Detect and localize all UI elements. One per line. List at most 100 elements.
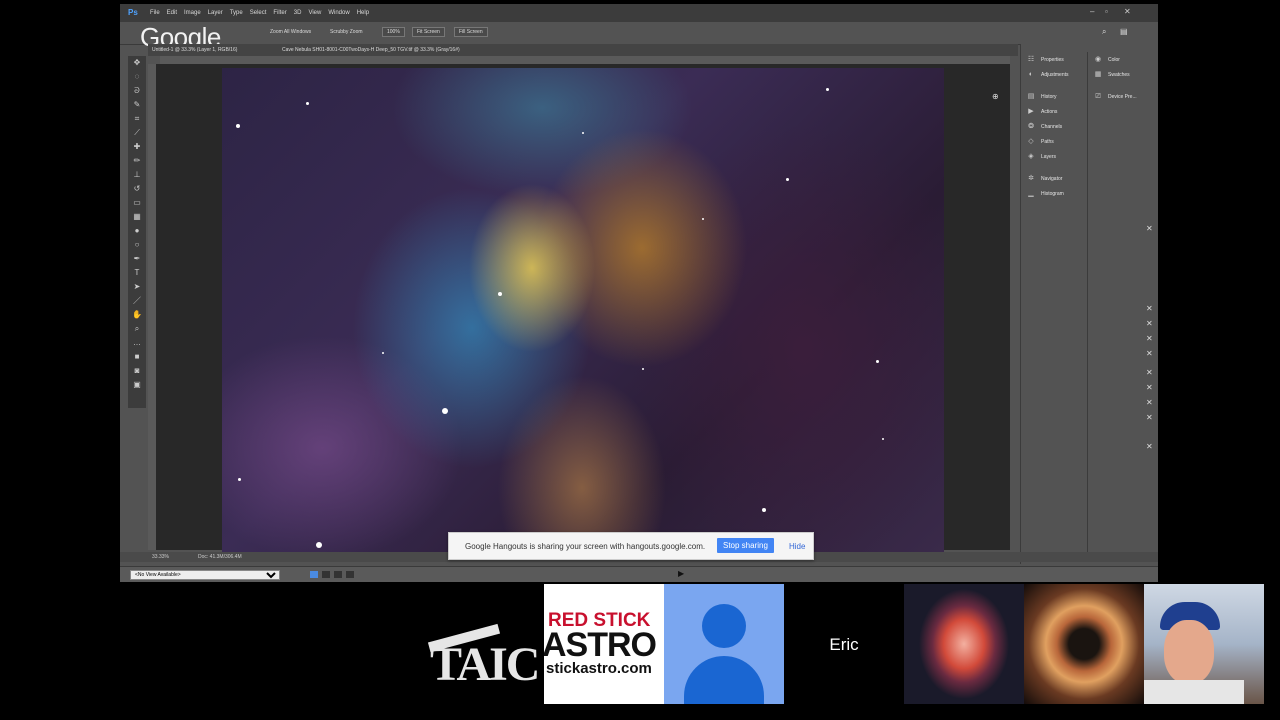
color-swatches-icon[interactable]: ■ — [132, 353, 142, 361]
search-icon[interactable]: ⌕ — [1102, 27, 1106, 37]
fill-screen-button[interactable]: Fill Screen — [454, 27, 488, 37]
close-icon[interactable]: ✕ — [1146, 442, 1153, 451]
move-tool-icon[interactable]: ✥ — [132, 59, 142, 67]
zoom-all-windows-checkbox[interactable]: Zoom All Windows — [270, 29, 311, 35]
close-icon[interactable]: ✕ — [1146, 383, 1153, 392]
healing-brush-tool-icon[interactable]: ✚ — [132, 143, 142, 151]
menu-help[interactable]: Help — [357, 10, 369, 16]
gradient-tool-icon[interactable]: ▦ — [132, 213, 142, 221]
lasso-tool-icon[interactable]: ᘐ — [132, 87, 142, 95]
participant-video-tile[interactable] — [1144, 584, 1264, 704]
crop-tool-icon[interactable]: ⌗ — [132, 115, 142, 123]
clone-stamp-tool-icon[interactable]: ⊥ — [132, 171, 142, 179]
close-icon[interactable]: ✕ — [1146, 304, 1153, 313]
panel-paths[interactable]: ◇ Paths — [1027, 134, 1085, 149]
crab-nebula-tile[interactable] — [904, 584, 1024, 704]
close-icon[interactable]: ✕ — [1146, 319, 1153, 328]
hide-link[interactable]: Hide — [789, 542, 805, 551]
eraser-tool-icon[interactable]: ▭ — [132, 199, 142, 207]
type-tool-icon[interactable]: T — [132, 269, 142, 277]
taic-logo[interactable]: TAIC — [424, 617, 544, 691]
menu-select[interactable]: Select — [250, 10, 267, 16]
frame-icon[interactable] — [346, 571, 354, 578]
frame-icon[interactable] — [334, 571, 342, 578]
quick-select-tool-icon[interactable]: ✎ — [132, 101, 142, 109]
marquee-tool-icon[interactable]: ◌ — [132, 73, 142, 81]
brush-tool-icon[interactable]: ✏ — [132, 157, 142, 165]
nebula-image[interactable] — [222, 68, 944, 554]
panel-layers[interactable]: ◈ Layers — [1027, 149, 1085, 164]
close-icon[interactable]: ✕ — [1146, 334, 1153, 343]
menu-bar: Ps File Edit Image Layer Type Select Fil… — [120, 4, 1158, 22]
panel-navigator[interactable]: ✲ Navigator — [1027, 171, 1085, 186]
star — [702, 218, 704, 220]
close-icon[interactable]: ✕ — [1146, 224, 1153, 233]
menu-file[interactable]: File — [150, 10, 160, 16]
star — [306, 102, 309, 105]
panel-color[interactable]: ◉ Color — [1094, 52, 1152, 67]
line-tool-icon[interactable]: ／ — [132, 297, 142, 305]
star — [382, 352, 384, 354]
play-icon[interactable]: ▶ — [678, 569, 684, 578]
close-icon[interactable]: ✕ — [1146, 349, 1153, 358]
menu-window[interactable]: Window — [328, 10, 349, 16]
menu-filter[interactable]: Filter — [273, 10, 286, 16]
scrubby-zoom-checkbox[interactable]: Scrubby Zoom — [330, 29, 363, 35]
view-select[interactable]: <No View Available> — [130, 570, 280, 580]
path-select-tool-icon[interactable]: ➤ — [132, 283, 142, 291]
default-avatar-tile[interactable] — [664, 584, 784, 704]
history-icon: ▤ — [1027, 93, 1035, 100]
zoom-cursor-icon: ⊕ — [992, 92, 999, 101]
zoom-100-button[interactable]: 100% — [382, 27, 405, 37]
hand-tool-icon[interactable]: ✋ — [132, 311, 142, 319]
tab-cave-nebula[interactable]: Cave Nebula SH01-8001-C00TwoDays-H Deep_… — [282, 47, 460, 53]
minimize-icon[interactable]: – — [1090, 7, 1094, 16]
participant-eric[interactable]: Eric — [784, 584, 904, 704]
shirt — [1144, 680, 1244, 704]
fit-screen-button[interactable]: Fit Screen — [412, 27, 445, 37]
frame-icon[interactable] — [322, 571, 330, 578]
dodge-tool-icon[interactable]: ○ — [132, 241, 142, 249]
close-icon[interactable]: ✕ — [1124, 7, 1131, 16]
history-brush-tool-icon[interactable]: ↺ — [132, 185, 142, 193]
timeline-bar: <No View Available> ▶ — [120, 566, 1158, 582]
menu-edit[interactable]: Edit — [167, 10, 177, 16]
eyedropper-tool-icon[interactable]: ⟋ — [132, 129, 142, 137]
panel-history[interactable]: ▤ History — [1027, 89, 1085, 104]
pen-tool-icon[interactable]: ✒ — [132, 255, 142, 263]
menu-layer[interactable]: Layer — [208, 10, 223, 16]
red-stick-astro-tile[interactable]: RED STICK ASTRO stickastro.com — [544, 584, 664, 704]
panel-properties[interactable]: ☷ Properties — [1027, 52, 1085, 67]
star — [316, 542, 322, 548]
navigator-icon: ✲ — [1028, 175, 1034, 182]
maximize-icon[interactable]: ▫ — [1105, 7, 1108, 16]
panel-histogram[interactable]: ▁ Histogram — [1027, 186, 1085, 201]
close-icon[interactable]: ✕ — [1146, 398, 1153, 407]
tab-untitled[interactable]: Untitled-1 @ 33.3% (Layer 1, RGB/16) — [152, 47, 237, 53]
star — [642, 368, 644, 370]
zoom-tool-icon[interactable]: ⌕ — [132, 325, 142, 333]
rosette-nebula-tile[interactable] — [1024, 584, 1144, 704]
menu-image[interactable]: Image — [184, 10, 201, 16]
menu-3d[interactable]: 3D — [294, 10, 302, 16]
adjustments-icon: ◐ — [1028, 71, 1034, 78]
panel-channels[interactable]: ❂ Channels — [1027, 119, 1085, 134]
screen-mode-icon[interactable]: ▣ — [132, 381, 142, 389]
blur-tool-icon[interactable]: ● — [132, 227, 142, 235]
panel-swatches[interactable]: ▦ Swatches — [1094, 67, 1152, 82]
quick-mask-icon[interactable]: ◙ — [132, 367, 142, 375]
menu-type[interactable]: Type — [230, 10, 243, 16]
photoshop-logo: Ps — [128, 8, 138, 17]
panel-device-preview[interactable]: ⎚ Device Pre... — [1094, 89, 1152, 104]
status-doc-size: Doc: 41.3M/306.4M — [198, 554, 242, 560]
menu-view[interactable]: View — [308, 10, 321, 16]
panel-actions[interactable]: ▶ Actions — [1027, 104, 1085, 119]
frame-icon[interactable] — [310, 571, 318, 578]
close-icon[interactable]: ✕ — [1146, 413, 1153, 422]
menu-items: File Edit Image Layer Type Select Filter… — [150, 10, 369, 16]
close-icon[interactable]: ✕ — [1146, 368, 1153, 377]
more-tools-icon[interactable]: … — [132, 339, 142, 347]
workspace-icon[interactable]: ▤ — [1120, 27, 1128, 36]
panel-adjustments[interactable]: ◐ Adjustments — [1027, 67, 1085, 82]
stop-sharing-button[interactable]: Stop sharing — [717, 538, 774, 553]
